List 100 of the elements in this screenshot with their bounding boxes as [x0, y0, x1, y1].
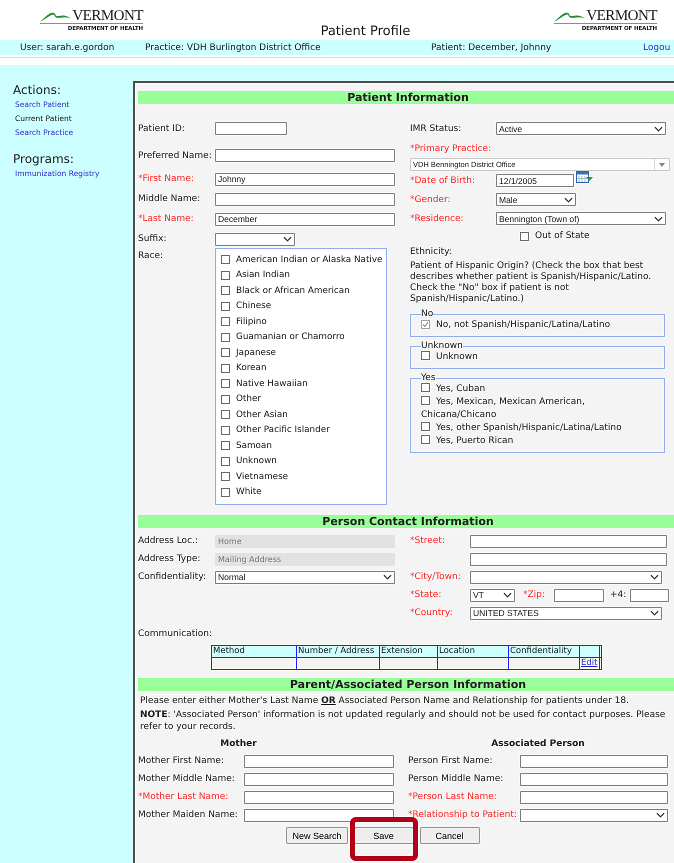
text-field[interactable]	[470, 534, 667, 548]
logo-text: VERMONT	[72, 9, 143, 23]
text-field[interactable]	[215, 192, 395, 206]
checkbox[interactable]	[221, 488, 230, 497]
page-title: Patient Profile	[320, 24, 410, 39]
field-label: *Gender:	[410, 194, 452, 204]
checkbox-label: Filipino	[236, 316, 267, 327]
calendar-icon[interactable]	[576, 171, 593, 184]
edit-link[interactable]: Edit	[581, 658, 598, 668]
dropdown[interactable]	[215, 232, 295, 246]
field-label: *Street:	[410, 536, 446, 546]
chevron-icon	[503, 592, 512, 598]
field-label: *State:	[410, 590, 442, 600]
checkbox[interactable]	[221, 472, 230, 482]
chevron-icon	[383, 574, 392, 580]
text-field[interactable]	[520, 772, 668, 786]
checkbox[interactable]	[221, 317, 230, 326]
column-header: Location	[438, 646, 508, 658]
checkbox-label: Unknown	[236, 456, 277, 466]
text-field[interactable]	[520, 754, 668, 768]
field-label: Middle Name:	[138, 194, 202, 204]
dropdown[interactable]: Active	[496, 122, 666, 135]
checkbox[interactable]	[421, 351, 430, 360]
checkbox[interactable]	[421, 422, 430, 431]
checkbox-label: White	[236, 487, 262, 498]
checkbox[interactable]	[221, 410, 230, 420]
note-text: NOTE: 'Associated Person' information is not updated regularly and should not be used for contact purposes. Please refer to your records.	[140, 709, 666, 733]
text-field[interactable]	[520, 790, 668, 804]
text-field[interactable]	[244, 790, 394, 804]
checkbox[interactable]	[221, 302, 230, 311]
text-field[interactable]: Johnny	[215, 172, 395, 186]
action-button[interactable]: Cancel	[420, 827, 480, 844]
field-label: Person First Name:	[408, 756, 492, 766]
checkbox[interactable]	[421, 320, 430, 329]
action-button[interactable]: Save	[354, 827, 414, 844]
dropdown[interactable]: UNITED STATES	[470, 606, 662, 620]
field-label: Person Middle Name:	[408, 774, 504, 784]
checkbox[interactable]	[221, 426, 230, 435]
sidebar-heading: Actions:	[13, 83, 62, 97]
text-field[interactable]	[244, 808, 394, 822]
logo-text: VERMONT	[586, 9, 657, 23]
checkbox[interactable]	[221, 394, 230, 404]
checkbox[interactable]	[221, 379, 230, 388]
text-field[interactable]	[554, 588, 604, 602]
text-field[interactable]	[244, 772, 394, 786]
logout-link[interactable]: Logou	[643, 43, 670, 53]
dropdown[interactable]	[470, 570, 662, 584]
chevron-icon	[656, 812, 665, 818]
field-label: Mother First Name:	[138, 756, 224, 766]
checkbox[interactable]	[221, 255, 230, 264]
mountain-logo-icon	[554, 10, 586, 23]
chevron-icon	[650, 574, 659, 580]
patient-name: Patient: December, Johnny	[431, 42, 552, 52]
checkbox[interactable]	[421, 396, 430, 405]
column-header: Method	[212, 646, 296, 658]
column-header: Confidentiality	[508, 646, 580, 658]
text-field[interactable]: December	[215, 212, 395, 226]
column-heading: Associated Person	[490, 739, 586, 749]
section-header: Person Contact Information	[138, 515, 674, 528]
ethnicity-description: Patient of Hispanic Origin? (Check the box that best describes whether patient is Spanish/Hispanic/Latino. Check the "No" box if patient is not Spanish/Hispanic/Latino.)	[410, 261, 652, 305]
text-field[interactable]	[244, 754, 394, 768]
mountain-logo-icon	[40, 10, 72, 23]
dropdown[interactable]: Bennington (Town of)	[496, 212, 666, 225]
chevron-icon	[650, 610, 659, 616]
checkbox[interactable]	[221, 364, 230, 373]
checkbox[interactable]	[520, 232, 529, 240]
text-field[interactable]	[215, 149, 395, 162]
checkbox[interactable]	[221, 332, 230, 342]
checkbox[interactable]	[421, 383, 430, 392]
date-field[interactable]: 12/1/2005	[496, 174, 574, 187]
checkbox[interactable]	[221, 348, 230, 358]
checkbox[interactable]	[421, 435, 430, 444]
dropdown[interactable]	[520, 808, 668, 822]
checkbox[interactable]	[221, 286, 230, 296]
text-field[interactable]	[215, 122, 287, 135]
field-label: Race:	[138, 251, 164, 261]
field-label: Communication:	[138, 629, 213, 639]
group-legend: No	[421, 309, 434, 319]
field-label: *Relationship to Patient:	[408, 810, 517, 820]
checkbox-label: Korean	[236, 363, 267, 374]
field-label: Mother Maiden Name:	[138, 810, 238, 820]
field-label: Address Loc.:	[138, 536, 199, 546]
dropdown[interactable]: Normal	[215, 570, 395, 584]
text-field[interactable]	[630, 588, 669, 602]
checkbox-label: Chinese	[236, 301, 272, 312]
chevron-icon	[564, 196, 573, 202]
text-field[interactable]	[470, 552, 667, 566]
checkbox[interactable]	[221, 441, 230, 450]
checkbox[interactable]	[221, 456, 230, 466]
checkbox-label: Yes, Puerto Rican	[421, 435, 660, 448]
chevron-icon	[654, 216, 663, 222]
column-header: Extension	[380, 646, 438, 658]
checkbox-label: Yes, Mexican, Mexican American, Chicana/Chicano	[421, 396, 586, 422]
checkbox[interactable]	[221, 270, 230, 280]
practice-name: Practice: VDH Burlington District Office	[145, 42, 321, 52]
action-button[interactable]: New Search	[286, 827, 348, 844]
dropdown[interactable]: Male	[496, 193, 576, 206]
field-label: *Person Last Name:	[408, 792, 497, 802]
checkbox-label: Other Pacific Islander	[236, 425, 330, 436]
dropdown[interactable]: VT	[470, 588, 515, 602]
